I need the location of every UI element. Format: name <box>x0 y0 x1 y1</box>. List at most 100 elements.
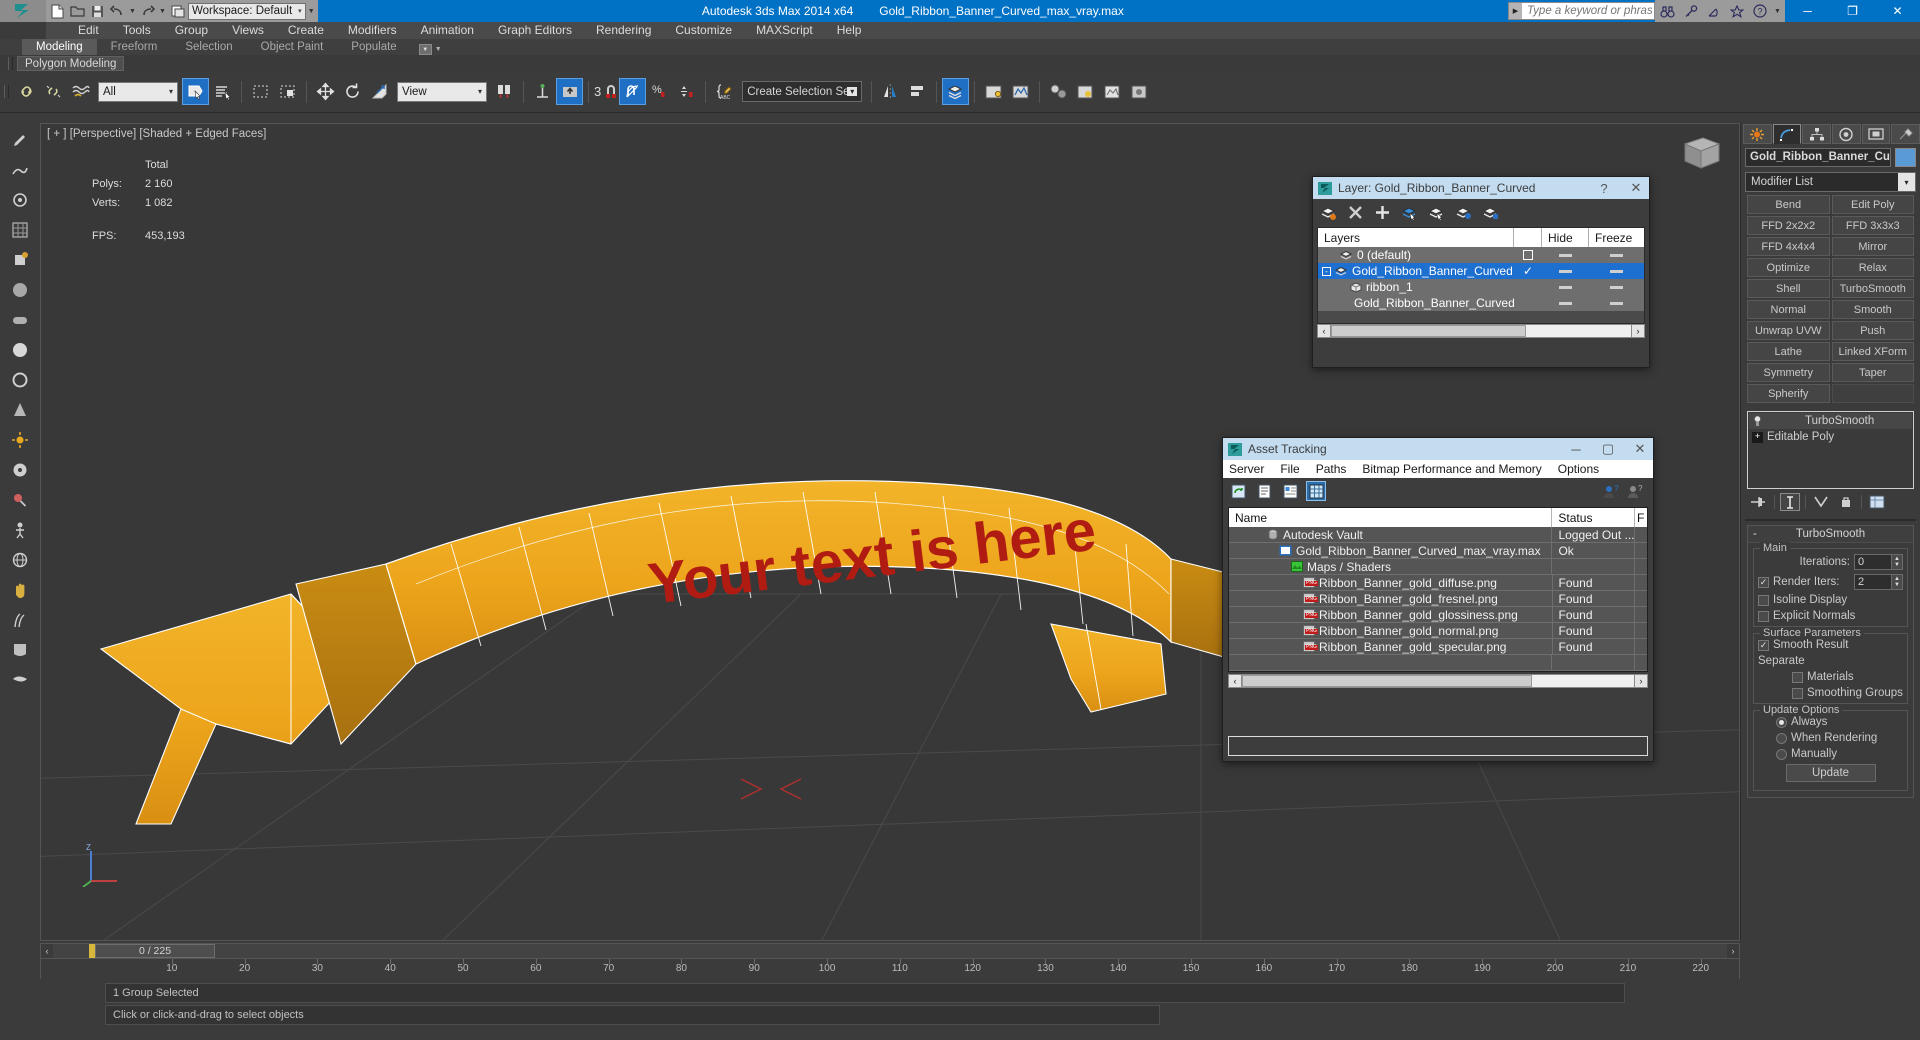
render-production-icon[interactable] <box>1126 78 1153 105</box>
render-iters-checkbox[interactable]: ✓ <box>1758 576 1769 588</box>
search-dropdown-icon[interactable]: ▶ <box>1509 3 1522 19</box>
align-icon[interactable] <box>904 78 931 105</box>
hide-unhide-icon[interactable] <box>1480 202 1500 222</box>
percent-snap-icon[interactable]: % <box>646 78 673 105</box>
asset-tracking-minimize-button[interactable]: ─ <box>1563 438 1589 460</box>
help-dropdown-icon[interactable]: ▼ <box>1773 2 1782 21</box>
brush-icon[interactable] <box>7 127 33 153</box>
track-bar-ruler[interactable]: 10 20 30 40 50 60 70 80 90 100 110 120 130 140 150 160 1… <box>40 959 1740 979</box>
render-iters-value[interactable]: 2 <box>1854 574 1892 590</box>
at-menu-file[interactable]: File <box>1280 462 1299 476</box>
asset-horizontal-scrollbar[interactable]: ‹ › <box>1228 674 1648 688</box>
update-always-radio[interactable] <box>1776 716 1787 728</box>
stack-item-turbosmooth[interactable]: TurboSmooth <box>1749 413 1912 429</box>
modifier-ffd-2x2x2[interactable]: FFD 2x2x2 <box>1747 216 1830 235</box>
render-frame-icon[interactable] <box>1099 78 1126 105</box>
hand-icon[interactable] <box>7 577 33 603</box>
select-rotate-icon[interactable] <box>339 78 366 105</box>
layer-current-checkbox[interactable] <box>1514 250 1542 260</box>
circle-outline-icon[interactable] <box>7 367 33 393</box>
panel-grip[interactable] <box>8 56 13 70</box>
named-selection-set-combo[interactable]: Create Selection Se ▾ <box>742 81 863 102</box>
asset-row-glossiness[interactable]: PNG Ribbon_Banner_gold_glossiness.png Fo… <box>1229 607 1647 623</box>
pin-icon[interactable] <box>7 487 33 513</box>
update-manually-row[interactable]: Manually <box>1758 748 1903 760</box>
show-end-result-icon[interactable] <box>1780 493 1800 511</box>
asset-row-specular[interactable]: PNG Ribbon_Banner_gold_specular.png Foun… <box>1229 639 1647 655</box>
layer-freeze-cell[interactable] <box>1589 269 1644 273</box>
ribbon-tab-populate[interactable]: Populate <box>337 39 410 55</box>
bind-space-warp-icon[interactable] <box>67 78 94 105</box>
layer-freeze-cell[interactable] <box>1589 301 1644 305</box>
render-iters-stepper[interactable]: 2 ▲ ▼ <box>1854 574 1903 590</box>
asset-row-max-file[interactable]: Gold_Ribbon_Banner_Curved_max_vray.max O… <box>1229 543 1647 559</box>
select-link-icon[interactable] <box>13 78 40 105</box>
update-when-rendering-row[interactable]: When Rendering <box>1758 732 1903 744</box>
materials-checkbox[interactable] <box>1792 671 1803 683</box>
smoothing-groups-checkbox[interactable] <box>1792 687 1803 699</box>
rollout-collapse-icon[interactable]: - <box>1753 528 1757 540</box>
asset-row-diffuse[interactable]: PNG Ribbon_Banner_gold_diffuse.png Found <box>1229 575 1647 591</box>
scroll-thumb[interactable] <box>1242 675 1532 687</box>
sphere-icon[interactable] <box>7 277 33 303</box>
modifier-bend[interactable]: Bend <box>1747 195 1830 214</box>
cloth-icon[interactable] <box>7 637 33 663</box>
turbosmooth-rollout-header[interactable]: - TurboSmooth <box>1748 526 1913 543</box>
display-tab[interactable] <box>1861 124 1891 144</box>
layer-list[interactable]: Layers Hide Freeze 0 (default) - Gold_Ri… <box>1317 227 1645 324</box>
save-icon[interactable] <box>88 2 107 21</box>
ribbon-options-dropdown[interactable]: ▼ ▼ <box>411 44 450 55</box>
utilities-tab[interactable] <box>1891 124 1920 144</box>
object-name-field[interactable]: Gold_Ribbon_Banner_Cu <box>1745 148 1891 167</box>
modifier-stack[interactable]: TurboSmooth + Editable Poly <box>1747 411 1914 489</box>
asset-tracking-close-button[interactable]: ✕ <box>1627 438 1653 460</box>
modifier-optimize[interactable]: Optimize <box>1747 258 1830 277</box>
curve-editor-icon[interactable] <box>980 78 1007 105</box>
modifier-spherify[interactable]: Spherify <box>1747 384 1830 403</box>
vault-logout-icon[interactable]: ? <box>1625 481 1645 501</box>
grid-tool-icon[interactable] <box>7 217 33 243</box>
layer-dialog[interactable]: Layer: Gold_Ribbon_Banner_Curved ? ✕ Lay… <box>1312 176 1650 368</box>
scroll-left-icon[interactable]: ‹ <box>1317 324 1331 338</box>
open-file-icon[interactable] <box>68 2 87 21</box>
select-by-name-icon[interactable] <box>209 78 236 105</box>
new-layer-icon[interactable] <box>1318 202 1338 222</box>
undo-icon[interactable] <box>108 2 127 21</box>
ribbon-tool-icon[interactable] <box>7 667 33 693</box>
grid-view-icon[interactable] <box>1306 481 1326 501</box>
highlight-selected-objects-icon[interactable] <box>1453 202 1473 222</box>
disc-icon[interactable] <box>7 457 33 483</box>
make-unique-icon[interactable] <box>1811 493 1831 511</box>
layer-freeze-cell[interactable] <box>1589 253 1644 257</box>
use-center-icon[interactable] <box>491 78 518 105</box>
detail-view-icon[interactable] <box>1280 481 1300 501</box>
modifier-unwrap-uvw[interactable]: Unwrap UVW <box>1747 321 1830 340</box>
asset-table[interactable]: Name Status F Autodesk Vault Logged Out … <box>1228 507 1648 672</box>
menu-item-maxscript[interactable]: MAXScript <box>744 22 825 39</box>
menu-item-tools[interactable]: Tools <box>111 22 163 39</box>
modifier-linked-xform[interactable]: Linked XForm <box>1831 342 1914 361</box>
schematic-view-icon[interactable] <box>1007 78 1034 105</box>
ribbon-tab-object-paint[interactable]: Object Paint <box>247 39 338 55</box>
motion-tab[interactable] <box>1832 124 1861 144</box>
cone-icon[interactable] <box>7 397 33 423</box>
add-layer-icon[interactable] <box>1372 202 1392 222</box>
time-slider-handle[interactable]: 0 / 225 <box>95 944 215 958</box>
layer-freeze-cell[interactable] <box>1589 285 1644 289</box>
iterations-stepper[interactable]: 0 ▲ ▼ <box>1854 554 1903 570</box>
at-menu-paths[interactable]: Paths <box>1316 462 1347 476</box>
minimize-button[interactable]: ─ <box>1785 0 1830 22</box>
smooth-result-checkbox[interactable]: ✓ <box>1758 639 1769 651</box>
menu-item-customize[interactable]: Customize <box>663 22 744 39</box>
plus-expander-icon[interactable]: + <box>1752 431 1763 443</box>
angle-snap-degree-icon[interactable] <box>602 78 619 105</box>
mirror-icon[interactable] <box>877 78 904 105</box>
ribbon-tab-selection[interactable]: Selection <box>171 39 246 55</box>
set-project-icon[interactable] <box>168 2 187 21</box>
time-slider-left-arrow[interactable]: ‹ <box>41 944 53 958</box>
select-manipulate-icon[interactable] <box>529 78 556 105</box>
layer-hide-cell[interactable] <box>1542 301 1589 305</box>
object-color-swatch[interactable] <box>1895 148 1916 167</box>
scroll-left-icon[interactable]: ‹ <box>1228 674 1242 688</box>
search-box[interactable]: ▶ <box>1508 2 1655 20</box>
